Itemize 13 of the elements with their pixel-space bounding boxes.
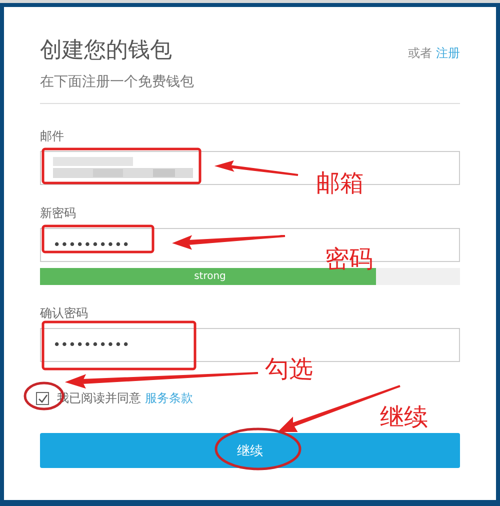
alt-prefix: 或者	[408, 45, 432, 62]
strength-label: strong	[194, 271, 226, 282]
page-title: 创建您的钱包	[40, 37, 173, 65]
field-label: 确认密码	[40, 305, 89, 322]
annotation-label: 邮箱	[316, 168, 364, 199]
agree-checkbox[interactable]	[36, 392, 49, 405]
continue-button[interactable]: 继续	[40, 433, 460, 468]
page-subtitle: 在下面注册一个免费钱包	[40, 73, 194, 91]
field-label: 新密码	[40, 205, 77, 222]
annotation-label: 继续	[380, 402, 428, 433]
terms-link[interactable]: 服务条款	[145, 390, 193, 407]
register-link[interactable]: 注册	[436, 45, 460, 62]
field-label: 邮件	[40, 128, 65, 145]
